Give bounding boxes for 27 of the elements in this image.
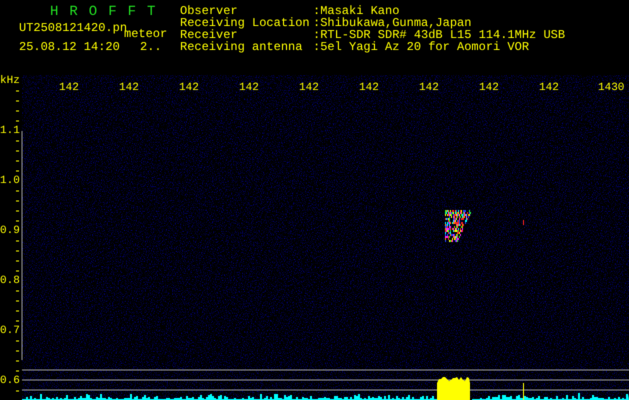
frequency-label: 142 <box>179 82 199 94</box>
amplitude-label: 0.7 <box>0 325 20 337</box>
frequency-label: 142 <box>539 82 559 94</box>
info-value: :Masaki Kano <box>313 5 400 17</box>
frequency-label: 142 <box>59 82 79 94</box>
amplitude-label: 1.0 <box>0 175 20 187</box>
info-value: :RTL-SDR SDR# 43dB L15 114.1MHz USB <box>313 29 566 41</box>
axis-unit-label: kHz <box>0 75 20 87</box>
info-value: :5el Yagi Az 20 for Aomori VOR <box>313 41 530 53</box>
frequency-label: 142 <box>239 82 259 94</box>
frequency-label: 142 <box>479 82 499 94</box>
amplitude-label: 0.9 <box>0 225 20 237</box>
app-title: HROFFT <box>50 5 166 19</box>
event-count: 2.. <box>140 41 162 53</box>
frequency-label: 142 <box>119 82 139 94</box>
info-label: Receiving antenna <box>180 41 304 53</box>
amplitude-label: 0.6 <box>0 375 20 387</box>
info-label: Observer <box>180 5 238 17</box>
frequency-label: 142 <box>419 82 439 94</box>
event-tag: meteor <box>124 28 168 40</box>
amplitude-label: 1.1 <box>0 125 20 137</box>
amplitude-label: 0.8 <box>0 275 20 287</box>
frequency-label: 142 <box>299 82 319 94</box>
info-value: :Shibukawa,Gunma,Japan <box>313 17 472 29</box>
info-label: Receiver <box>180 29 238 41</box>
timestamp: 25.08.12 14:20 <box>19 41 120 53</box>
info-label: Receiving Location <box>180 17 311 29</box>
